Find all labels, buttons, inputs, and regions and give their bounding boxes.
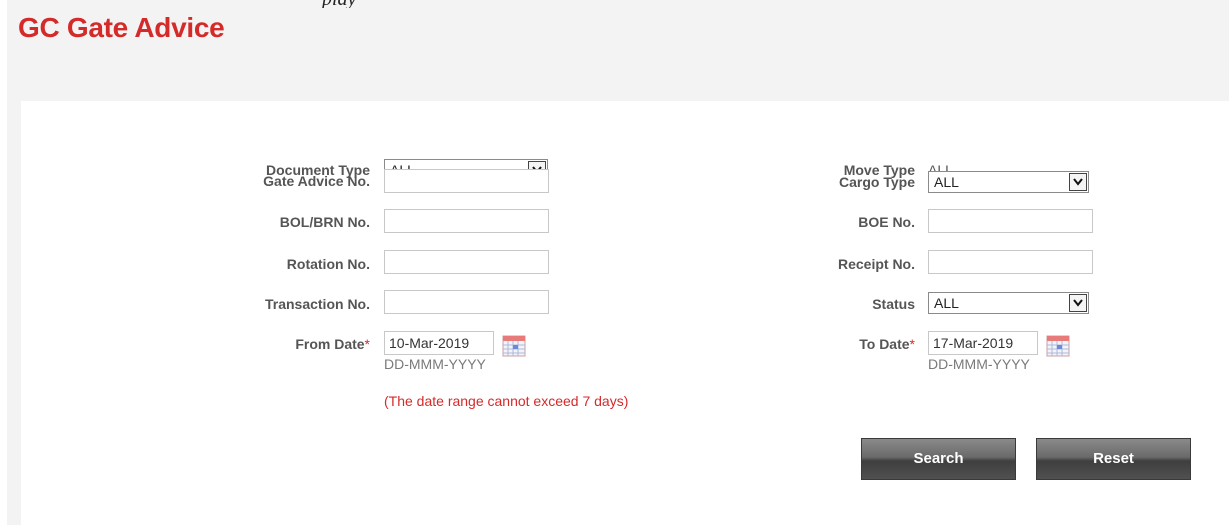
gate-advice-no-label: Gate Advice No. [263, 173, 370, 189]
to-date-format-hint: DD-MMM-YYYY [928, 356, 1030, 372]
required-marker: * [364, 336, 370, 352]
from-date-format-hint: DD-MMM-YYYY [384, 356, 486, 372]
rotation-no-input[interactable] [384, 250, 549, 274]
gate-advice-no-input[interactable] [384, 169, 549, 193]
boe-no-label: BOE No. [858, 214, 915, 230]
cargo-type-select[interactable]: ALL [928, 171, 1089, 193]
top-text-fragment: play [322, 0, 362, 8]
to-date-input[interactable]: 17-Mar-2019 [928, 331, 1038, 355]
from-date-input[interactable]: 10-Mar-2019 [384, 331, 494, 355]
transaction-no-label: Transaction No. [264, 296, 370, 312]
search-button[interactable]: Search [861, 438, 1016, 480]
status-label: Status [872, 296, 915, 312]
receipt-no-input[interactable] [928, 250, 1093, 274]
cargo-type-label: Cargo Type [839, 174, 915, 190]
transaction-no-input[interactable] [384, 290, 549, 314]
status-value: ALL [934, 295, 959, 311]
bol-brn-no-label: BOL/BRN No. [279, 214, 370, 230]
page-title: GC Gate Advice [18, 12, 225, 43]
from-date-label-text: From Date [295, 336, 365, 352]
cargo-type-value: ALL [934, 174, 959, 190]
chevron-down-icon [1069, 294, 1087, 312]
reset-button[interactable]: Reset [1036, 438, 1191, 480]
from-date-label: From Date* [200, 336, 370, 352]
status-select[interactable]: ALL [928, 292, 1089, 314]
calendar-icon[interactable] [502, 333, 526, 357]
receipt-no-label: Receipt No. [837, 256, 915, 272]
rotation-no-label: Rotation No. [286, 256, 370, 272]
required-marker: * [909, 336, 915, 352]
to-date-label: To Date* [745, 336, 915, 352]
boe-no-input[interactable] [928, 209, 1093, 233]
chevron-down-icon [1069, 173, 1087, 191]
date-range-warning: (The date range cannot exceed 7 days) [384, 393, 629, 409]
bol-brn-no-input[interactable] [384, 209, 549, 233]
calendar-icon[interactable] [1046, 333, 1070, 357]
to-date-label-text: To Date [859, 336, 910, 352]
